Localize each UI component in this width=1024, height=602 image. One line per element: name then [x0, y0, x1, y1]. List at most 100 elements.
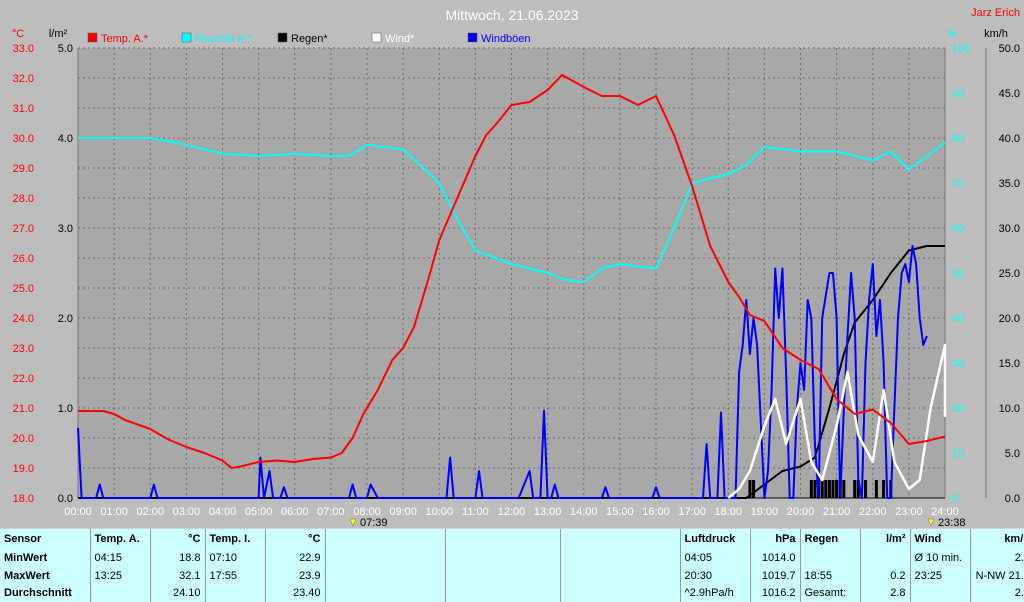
wind-tick-label: 0.0	[1005, 493, 1020, 505]
temp-tick-label: 24.0	[13, 313, 34, 325]
rain-bar	[827, 480, 831, 498]
wind-tick-label: 45.0	[999, 88, 1020, 100]
temp-tick-label: 18.0	[13, 493, 34, 505]
stats-header-cell: Temp. I.	[205, 529, 266, 550]
stats-row: MinWert 04:15 18.8 07:10 22.9 04:05 1014.0 Ø 10…	[0, 549, 1024, 568]
wind-tick-label: 20.0	[999, 313, 1020, 325]
credit-label: Jarz Erich	[971, 7, 1020, 19]
wind-tick-label: 10.0	[999, 403, 1020, 415]
rain-bar	[824, 480, 828, 498]
x-tick-label: 23:00	[895, 506, 923, 518]
temp-tick-label: 29.0	[13, 163, 34, 175]
x-tick-label: 10:00	[425, 506, 453, 518]
rain-tick-label: 3.0	[58, 223, 73, 235]
rain-tick-label: 2.0	[58, 313, 73, 325]
x-tick-label: 16:00	[642, 506, 670, 518]
humidity-tick-label: 40	[952, 313, 964, 325]
legend-swatch	[371, 32, 382, 43]
stats-cell: 24.10	[150, 584, 206, 602]
stats-cell	[560, 567, 681, 585]
legend-swatch	[87, 32, 98, 43]
humidity-tick-label: 10	[952, 448, 964, 460]
rain-bar	[882, 480, 886, 498]
sunset-time: 23:38	[938, 517, 966, 528]
stats-cell: 18:55	[800, 567, 861, 585]
humidity-tick-label: 20	[952, 403, 964, 415]
stats-cell: 1014.0	[750, 549, 801, 568]
x-tick-label: 11:00	[462, 506, 489, 518]
x-tick-label: 17:00	[678, 506, 706, 518]
x-tick-label: 19:00	[751, 506, 779, 518]
rain-bar	[820, 480, 824, 498]
stats-cell	[325, 567, 446, 585]
stats-cell	[560, 549, 681, 568]
rain-tick-label: 0.0	[58, 493, 73, 505]
stats-row: Durchschnitt 24.10 23.40 ^2.9hPa/h 1016.2 Ges…	[0, 584, 1024, 602]
temp-tick-label: 31.0	[13, 103, 34, 115]
stats-cell	[205, 584, 266, 602]
stats-header-cell: l/m²	[860, 529, 911, 550]
stats-cell: 23.40	[265, 584, 326, 602]
x-tick-label: 18:00	[714, 506, 742, 518]
wind-tick-label: 40.0	[999, 133, 1020, 145]
stats-cell: 2.8	[860, 584, 911, 602]
stats-cell	[560, 584, 681, 602]
stats-cell	[325, 584, 446, 602]
stats-cell: 07:10	[205, 549, 266, 568]
temp-tick-label: 32.0	[13, 73, 34, 85]
chart-title: Mittwoch, 21.06.2023	[445, 7, 578, 23]
rain-bar	[809, 480, 813, 498]
stats-header-cell: Sensor	[0, 529, 91, 550]
x-tick-label: 00:00	[64, 506, 92, 518]
rain-bar	[874, 480, 878, 498]
stats-row: MaxWert 13:25 32.1 17:55 23.9 20:30 1019.7 18:5…	[0, 567, 1024, 585]
stats-cell: 1016.2	[750, 584, 801, 602]
stats-cell	[445, 567, 561, 585]
temp-tick-label: 20.0	[13, 433, 34, 445]
temp-tick-label: 33.0	[13, 43, 34, 55]
unit-humidity: %	[947, 28, 957, 40]
temp-tick-label: 25.0	[13, 283, 34, 295]
stats-cell	[325, 549, 446, 568]
humidity-tick-label: 60	[952, 223, 964, 235]
x-tick-label: 14:00	[570, 506, 598, 518]
unit-wind: km/h	[984, 28, 1008, 40]
stats-cell: Ø 10 min.	[910, 549, 971, 568]
stats-cell: MaxWert	[0, 567, 91, 585]
stats-header-cell	[445, 529, 561, 550]
humidity-tick-label: 0	[952, 493, 958, 505]
legend-label: Regen*	[291, 33, 328, 45]
temp-tick-label: 26.0	[13, 253, 34, 265]
stats-cell: 0.2	[860, 567, 911, 585]
stats-header-cell: °C	[150, 529, 206, 550]
legend-label: Windböen	[481, 33, 531, 45]
stats-cell: ^2.9hPa/h	[680, 584, 751, 602]
temp-tick-label: 28.0	[13, 193, 34, 205]
x-tick-label: 21:00	[823, 506, 851, 518]
temp-tick-label: 22.0	[13, 373, 34, 385]
stats-cell	[445, 584, 561, 602]
rain-tick-label: 1.0	[58, 403, 73, 415]
unit-rain: l/m²	[49, 28, 68, 40]
stats-cell	[90, 584, 151, 602]
stats-header-cell: km/h	[970, 529, 1024, 550]
temp-tick-label: 21.0	[13, 403, 34, 415]
stats-header-cell: Luftdruck	[680, 529, 751, 550]
temp-tick-label: 23.0	[13, 343, 34, 355]
stats-cell	[860, 549, 911, 568]
stats-cell: Durchschnitt	[0, 584, 91, 602]
stats-cell: MinWert	[0, 549, 91, 568]
x-tick-label: 02:00	[136, 506, 164, 518]
temp-tick-label: 27.0	[13, 223, 34, 235]
wind-tick-label: 30.0	[999, 223, 1020, 235]
stats-cell	[445, 549, 561, 568]
stats-header-cell: Temp. A.	[90, 529, 151, 550]
humidity-tick-label: 50	[952, 268, 964, 280]
legend-label: Temp. A.*	[101, 33, 149, 45]
rain-bar	[864, 480, 868, 498]
x-tick-label: 03:00	[173, 506, 201, 518]
statistics-panel: Sensor Temp. A. °C Temp. I. °C Luftdruck hPa Re…	[0, 529, 1024, 602]
stats-cell: 2.8	[970, 549, 1024, 568]
stats-header-cell: Wind	[910, 529, 971, 550]
x-tick-label: 06:00	[281, 506, 309, 518]
